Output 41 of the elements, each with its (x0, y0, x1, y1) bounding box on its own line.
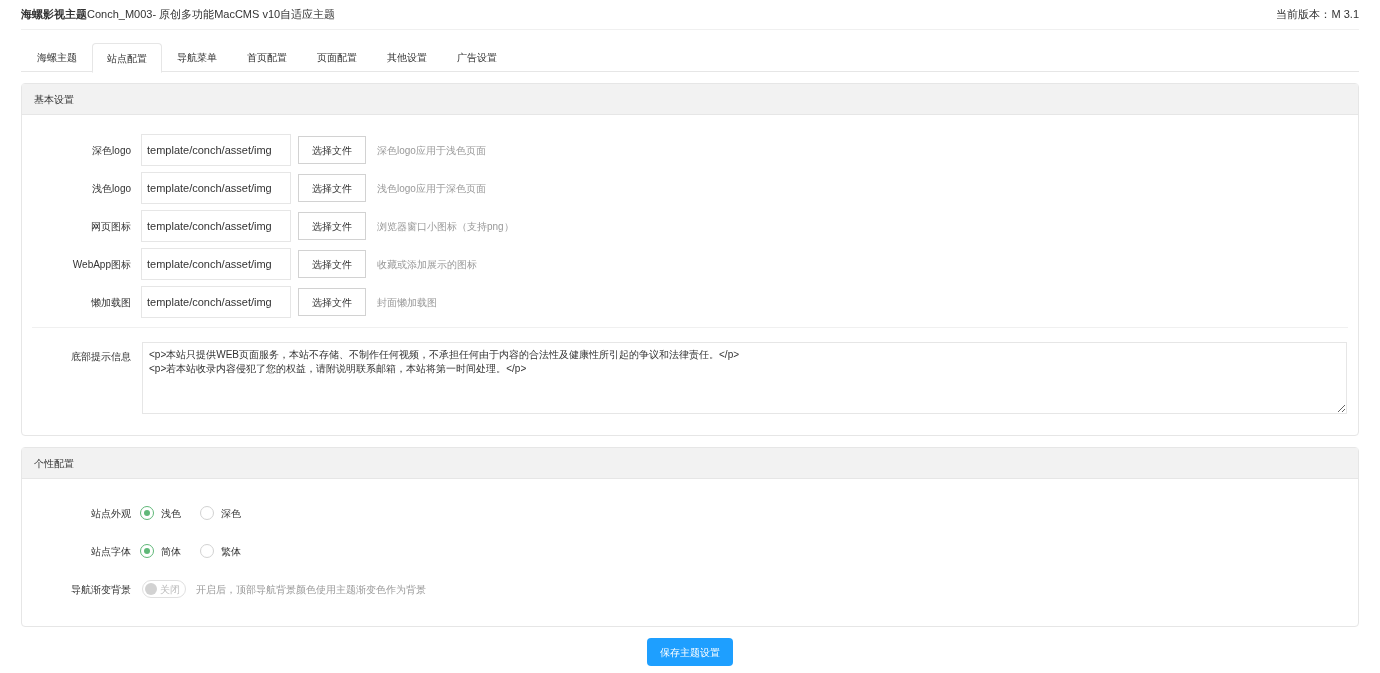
choose-file-button[interactable]: 选择文件 (298, 174, 366, 202)
hint-text: 收藏或添加展示的图标 (377, 257, 477, 272)
path-input[interactable]: template/conch/asset/img (141, 248, 291, 280)
choose-file-button[interactable]: 选择文件 (298, 136, 366, 164)
radio-label[interactable]: 简体 (161, 543, 181, 559)
path-input[interactable]: template/conch/asset/img (141, 210, 291, 242)
field-label: 网页图标 (90, 219, 131, 234)
path-input[interactable]: template/conch/asset/img (141, 286, 291, 318)
tab[interactable]: 站点配置 (92, 43, 162, 73)
field-label: 深色logo (91, 143, 131, 158)
radio-label[interactable]: 浅色 (161, 505, 181, 521)
field-label: 站点字体 (90, 544, 131, 559)
hint-text: 深色logo应用于浅色页面 (377, 143, 486, 158)
tab[interactable]: 导航菜单 (162, 43, 232, 72)
page-title: 海螺影视主题Conch_M003- 原创多功能MacCMS v10自适应主题 (21, 7, 336, 23)
tab[interactable]: 海螺主题 (22, 43, 92, 72)
tab[interactable]: 其他设置 (372, 43, 442, 72)
tab[interactable]: 首页配置 (232, 43, 302, 72)
radio-label[interactable]: 深色 (221, 505, 241, 521)
version-label: 当前版本：M 3.1 (1276, 7, 1359, 23)
tab[interactable]: 页面配置 (302, 43, 372, 72)
radio-label[interactable]: 繁体 (221, 543, 241, 559)
field-label: 底部提示信息 (70, 350, 131, 364)
panel-header: 个性配置 (22, 448, 1358, 479)
hint-text: 开启后，顶部导航背景颜色使用主题渐变色作为背景 (196, 582, 426, 597)
field-label: WebApp图标 (71, 257, 131, 272)
hint-text: 浅色logo应用于深色页面 (377, 181, 486, 196)
field-label: 站点外观 (90, 506, 131, 521)
field-label: 浅色logo (91, 181, 131, 196)
panel-header: 基本设置 (22, 84, 1358, 115)
choose-file-button[interactable]: 选择文件 (298, 212, 366, 240)
tab[interactable]: 广告设置 (442, 43, 512, 72)
hint-text: 浏览器窗口小图标（支持png） (377, 219, 514, 234)
path-input[interactable]: template/conch/asset/img (141, 134, 291, 166)
hint-text: 封面懒加载图 (377, 295, 437, 310)
choose-file-button[interactable]: 选择文件 (298, 288, 366, 316)
field-label: 懒加载图 (90, 295, 131, 310)
field-label: 导航渐变背景 (70, 582, 131, 597)
path-input[interactable]: template/conch/asset/img (141, 172, 291, 204)
choose-file-button[interactable]: 选择文件 (298, 250, 366, 278)
footer-info-textarea[interactable]: <p>本站只提供WEB页面服务，本站不存储、不制作任何视频，不承担任何由于内容的合法性及健康性所引起的争议和法律责任。</p> <p>若本站收录内容侵犯了您的权益，请附说明联系邮箱，本站将第一时间处理。</p> (142, 342, 1347, 414)
